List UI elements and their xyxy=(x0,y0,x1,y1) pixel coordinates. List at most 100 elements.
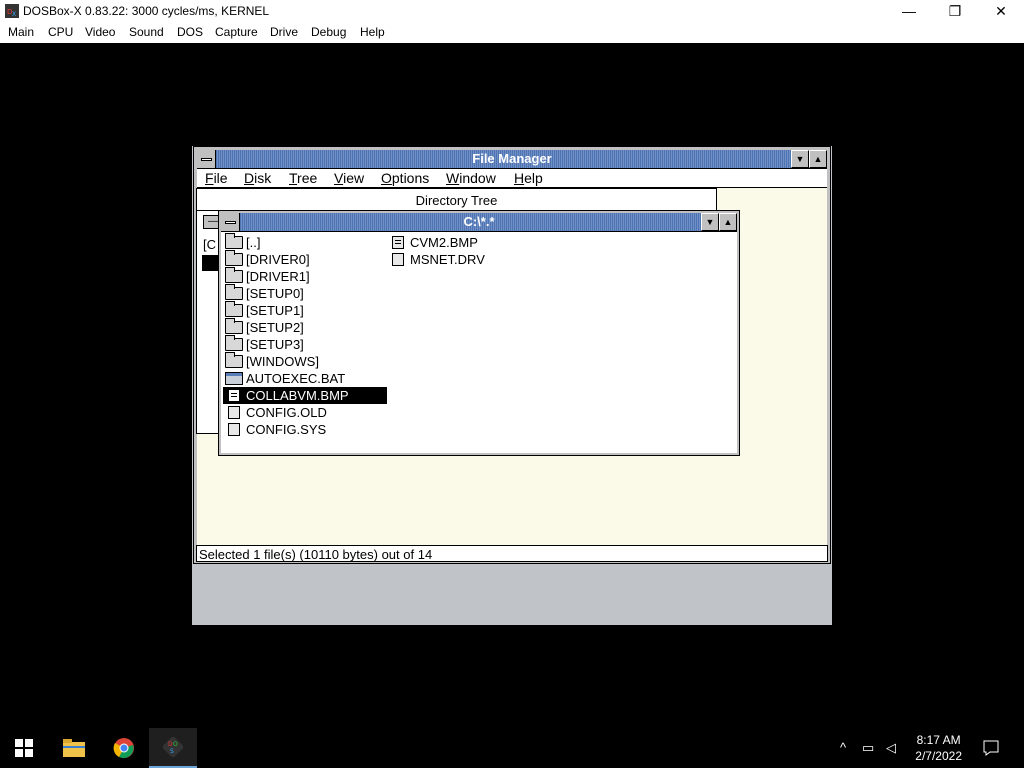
folder-icon xyxy=(63,739,85,757)
file-list-item[interactable]: AUTOEXEC.BAT xyxy=(223,370,387,387)
svg-text:X: X xyxy=(12,11,16,18)
windows-logo-icon xyxy=(15,739,33,757)
document-icon xyxy=(228,389,240,402)
close-button[interactable]: ✕ xyxy=(978,0,1024,22)
file-manager-menubar: File Disk Tree View Options Window Help xyxy=(197,169,827,188)
folder-icon xyxy=(225,267,243,283)
file-name: [SETUP2] xyxy=(246,320,304,335)
svg-text:O: O xyxy=(173,741,178,748)
directory-window-titlebar[interactable]: C:\*.* ▼ ▲ xyxy=(221,213,737,232)
file-icon xyxy=(228,406,240,419)
file-list-item[interactable]: CVM2.BMP xyxy=(387,234,507,251)
document-icon xyxy=(392,236,404,249)
file-list-item[interactable]: [SETUP2] xyxy=(223,318,387,336)
folder-icon xyxy=(225,301,243,317)
file-list-item[interactable]: [SETUP0] xyxy=(223,284,387,302)
file-explorer-button[interactable] xyxy=(50,728,98,768)
host-window-title: DOSBox-X 0.83.22: 3000 cycles/ms, KERNEL xyxy=(23,4,270,18)
clock-date: 2/7/2022 xyxy=(915,749,962,763)
host-menu-help[interactable]: Help xyxy=(360,25,385,39)
file-list-item[interactable]: [..] xyxy=(223,233,387,251)
host-menu-drive[interactable]: Drive xyxy=(270,25,298,39)
directory-window-title: C:\*.* xyxy=(463,214,495,229)
minimize-arrow-icon: ▼ xyxy=(705,217,715,227)
host-menu-video[interactable]: Video xyxy=(85,25,115,39)
volume-muted-icon[interactable]: ◁ xyxy=(886,740,896,756)
svg-text:S: S xyxy=(170,748,174,755)
file-icon xyxy=(392,253,404,266)
menu-help[interactable]: Help xyxy=(514,170,543,186)
maximize-button[interactable]: ▲ xyxy=(809,150,827,168)
show-hidden-icons-icon[interactable]: ^ xyxy=(840,740,846,755)
maximize-arrow-icon: ▲ xyxy=(813,154,823,164)
file-name: [..] xyxy=(246,235,261,250)
file-list-item[interactable]: CONFIG.SYS xyxy=(223,421,387,438)
menu-view[interactable]: View xyxy=(334,170,364,186)
file-name: MSNET.DRV xyxy=(410,252,485,267)
host-menu-dos[interactable]: DOS xyxy=(177,25,203,39)
menu-window[interactable]: Window xyxy=(446,170,496,186)
file-list-item[interactable]: MSNET.DRV xyxy=(387,251,507,268)
file-list-item[interactable]: [DRIVER0] xyxy=(223,250,387,268)
close-icon: ✕ xyxy=(995,2,1007,19)
clock-time: 8:17 AM xyxy=(916,733,961,747)
host-menu-main[interactable]: Main xyxy=(8,25,34,39)
file-name: [SETUP0] xyxy=(246,286,304,301)
dosbox-icon: D OS xyxy=(163,737,183,757)
chrome-button[interactable] xyxy=(100,728,148,768)
clock[interactable]: 8:17 AM 2/7/2022 xyxy=(915,732,962,764)
network-icon[interactable]: ▭ xyxy=(862,740,874,756)
file-name: CONFIG.OLD xyxy=(246,405,327,420)
menu-tree[interactable]: Tree xyxy=(289,170,317,186)
file-list[interactable]: [..] [DRIVER0] [DRIVER1] [SETUP0] [SETUP1] [S… xyxy=(221,232,737,453)
minimize-button[interactable]: ▼ xyxy=(701,213,719,231)
file-list-item[interactable]: [DRIVER1] xyxy=(223,267,387,285)
file-list-item[interactable]: [SETUP3] xyxy=(223,335,387,353)
notification-icon xyxy=(983,740,999,756)
folder-icon xyxy=(225,233,243,249)
host-menu-capture[interactable]: Capture xyxy=(215,25,258,39)
host-menu-sound[interactable]: Sound xyxy=(129,25,164,39)
file-list-item[interactable]: CONFIG.OLD xyxy=(223,404,387,421)
file-manager-title: File Manager xyxy=(472,151,552,166)
start-button[interactable] xyxy=(0,728,48,768)
folder-icon xyxy=(225,318,243,334)
maximize-button[interactable]: ▲ xyxy=(719,213,737,231)
host-menu-cpu[interactable]: CPU xyxy=(48,25,73,39)
file-list-item[interactable]: [SETUP1] xyxy=(223,301,387,319)
file-name: [DRIVER1] xyxy=(246,269,310,284)
file-name: [WINDOWS] xyxy=(246,354,319,369)
file-name: CONFIG.SYS xyxy=(246,422,327,437)
file-name: [SETUP1] xyxy=(246,303,304,318)
file-list-item[interactable]: [WINDOWS] xyxy=(223,352,387,370)
taskbar: DOS ^ ▭ ◁ 8:17 AM 2/7/2022 xyxy=(0,728,1024,768)
file-list-item[interactable]: COLLABVM.BMP xyxy=(223,387,387,404)
file-icon xyxy=(228,423,240,436)
dosbox-app-icon[interactable]: DX xyxy=(4,3,20,19)
notifications-button[interactable] xyxy=(968,728,1014,768)
tree-root-label[interactable]: [C xyxy=(203,237,216,252)
directory-window[interactable]: C:\*.* ▼ ▲ [..] [DRIVER0] [DRIVER1] [SETUP0… xyxy=(218,210,740,456)
host-menubar: Main CPU Video Sound DOS Capture Drive D… xyxy=(0,22,1024,43)
menu-disk[interactable]: Disk xyxy=(244,170,271,186)
host-titlebar: DX DOSBox-X 0.83.22: 3000 cycles/ms, KER… xyxy=(0,0,1024,22)
file-name: [SETUP3] xyxy=(246,337,304,352)
dosbox-taskbar-button[interactable]: DOS xyxy=(149,728,197,768)
maximize-button[interactable]: ❐ xyxy=(932,0,978,22)
program-icon xyxy=(225,372,243,385)
status-bar: Selected 1 file(s) (10110 bytes) out of … xyxy=(196,545,828,562)
file-name: [DRIVER0] xyxy=(246,252,310,267)
minimize-icon: — xyxy=(902,3,916,19)
file-name: AUTOEXEC.BAT xyxy=(246,371,346,386)
folder-icon xyxy=(225,250,243,266)
file-manager-titlebar[interactable]: File Manager ▼ ▲ xyxy=(197,150,827,169)
folder-icon xyxy=(225,284,243,300)
minimize-button[interactable]: ▼ xyxy=(791,150,809,168)
maximize-icon: ❐ xyxy=(948,2,962,19)
menu-options[interactable]: Options xyxy=(381,170,429,186)
file-name: CVM2.BMP xyxy=(410,235,478,250)
menu-file[interactable]: File xyxy=(205,170,228,186)
directory-tree-title[interactable]: Directory Tree xyxy=(197,189,716,211)
minimize-button[interactable]: — xyxy=(886,0,932,22)
host-menu-debug[interactable]: Debug xyxy=(311,25,346,39)
